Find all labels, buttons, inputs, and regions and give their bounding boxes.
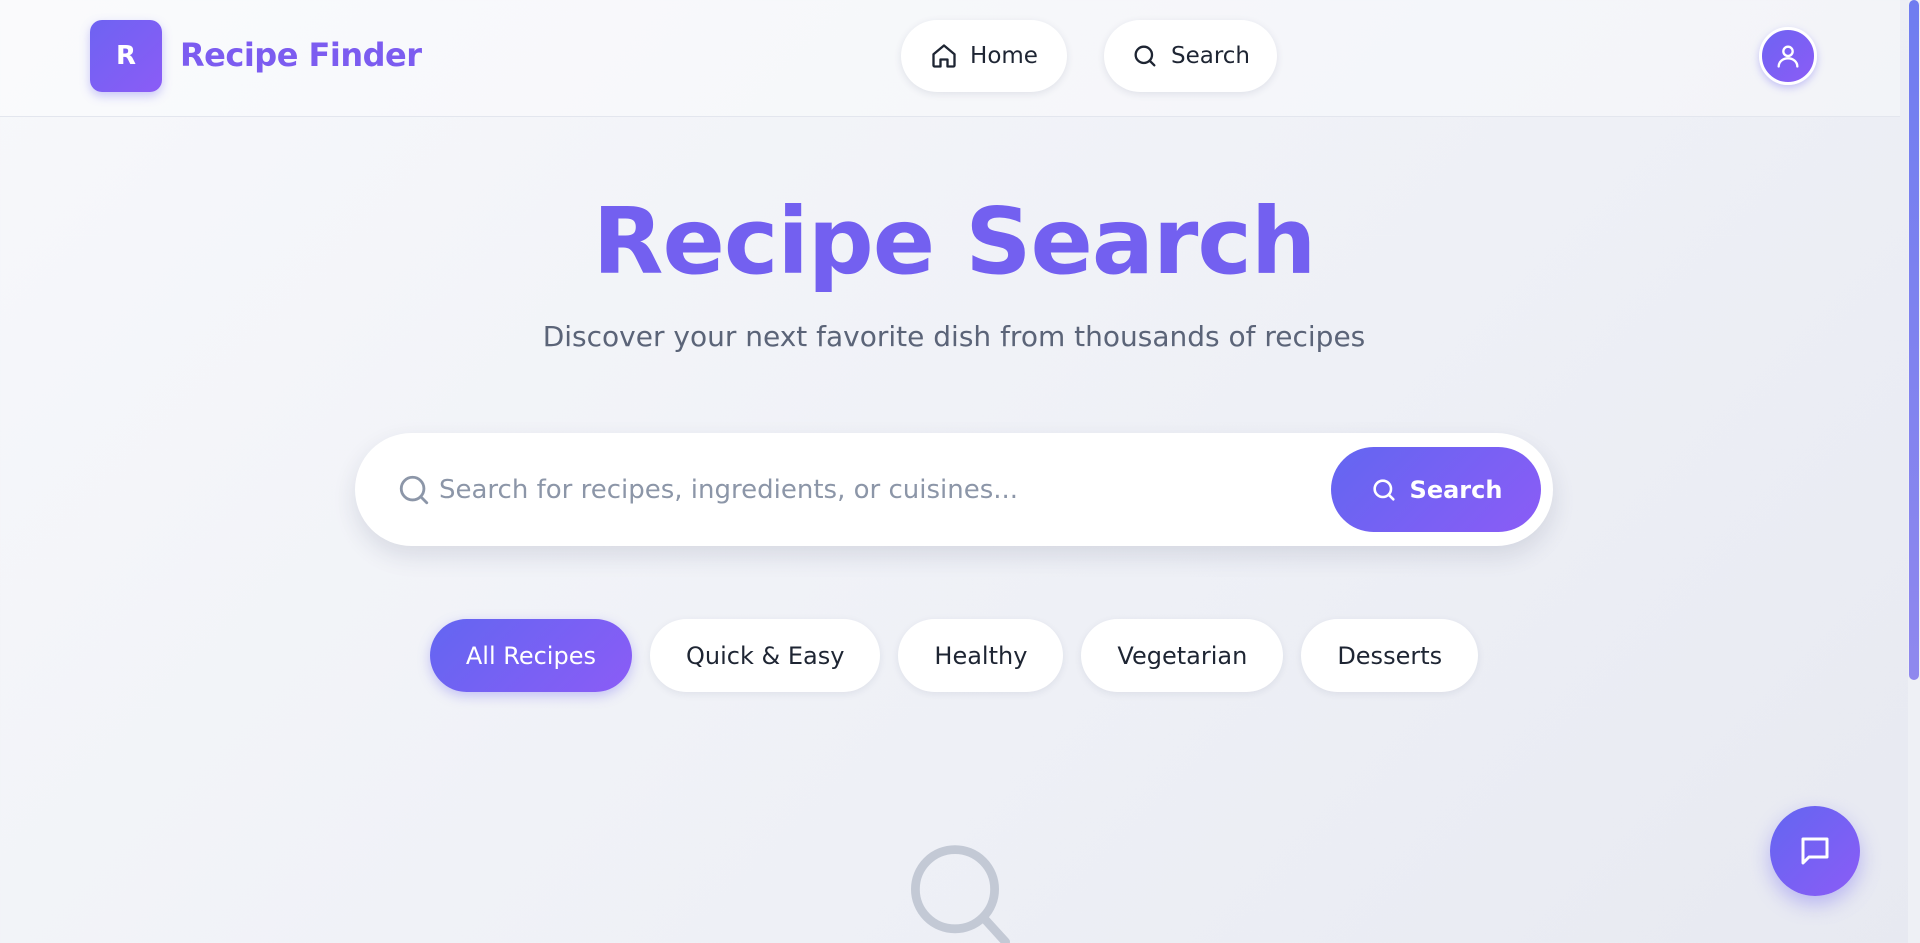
page-title: Recipe Search: [592, 188, 1317, 295]
search-icon: [1134, 45, 1156, 67]
chat-icon: [1801, 837, 1829, 865]
filter-chip-quick-easy[interactable]: Quick & Easy: [649, 619, 881, 692]
search-icon: [399, 475, 429, 505]
empty-state-search-icon: [911, 845, 1010, 943]
filter-chip-desserts[interactable]: Desserts: [1301, 619, 1479, 692]
filter-chip-healthy[interactable]: Healthy: [898, 619, 1064, 692]
logo-letter: R: [115, 41, 137, 71]
app-name[interactable]: Recipe Finder: [180, 36, 422, 74]
chat-button[interactable]: [1770, 806, 1860, 896]
top-nav-bar: R Recipe Finder Home Search: [0, 0, 1900, 117]
search-bar: Search: [355, 433, 1553, 546]
profile-avatar-button[interactable]: [1759, 27, 1817, 85]
nav-search-button[interactable]: Search: [1104, 20, 1277, 92]
home-icon: [932, 44, 956, 68]
search-input[interactable]: [439, 461, 1279, 518]
page-subtitle: Discover your next favorite dish from th…: [542, 320, 1366, 353]
logo-badge[interactable]: R: [90, 20, 162, 92]
search-submit-label: Search: [1409, 475, 1503, 504]
nav-search-label: Search: [1170, 43, 1251, 69]
user-icon: [1777, 45, 1799, 68]
scrollbar-thumb[interactable]: [1909, 0, 1919, 680]
filter-chip-all-recipes[interactable]: All Recipes: [429, 619, 632, 692]
category-filters: All Recipes Quick & Easy Healthy Vegetar…: [0, 619, 1908, 692]
search-icon: [1372, 478, 1395, 501]
nav-home-label: Home: [970, 43, 1038, 69]
nav-home-button[interactable]: Home: [901, 20, 1067, 92]
search-submit-button[interactable]: Search: [1331, 447, 1541, 532]
filter-chip-vegetarian[interactable]: Vegetarian: [1081, 619, 1284, 692]
